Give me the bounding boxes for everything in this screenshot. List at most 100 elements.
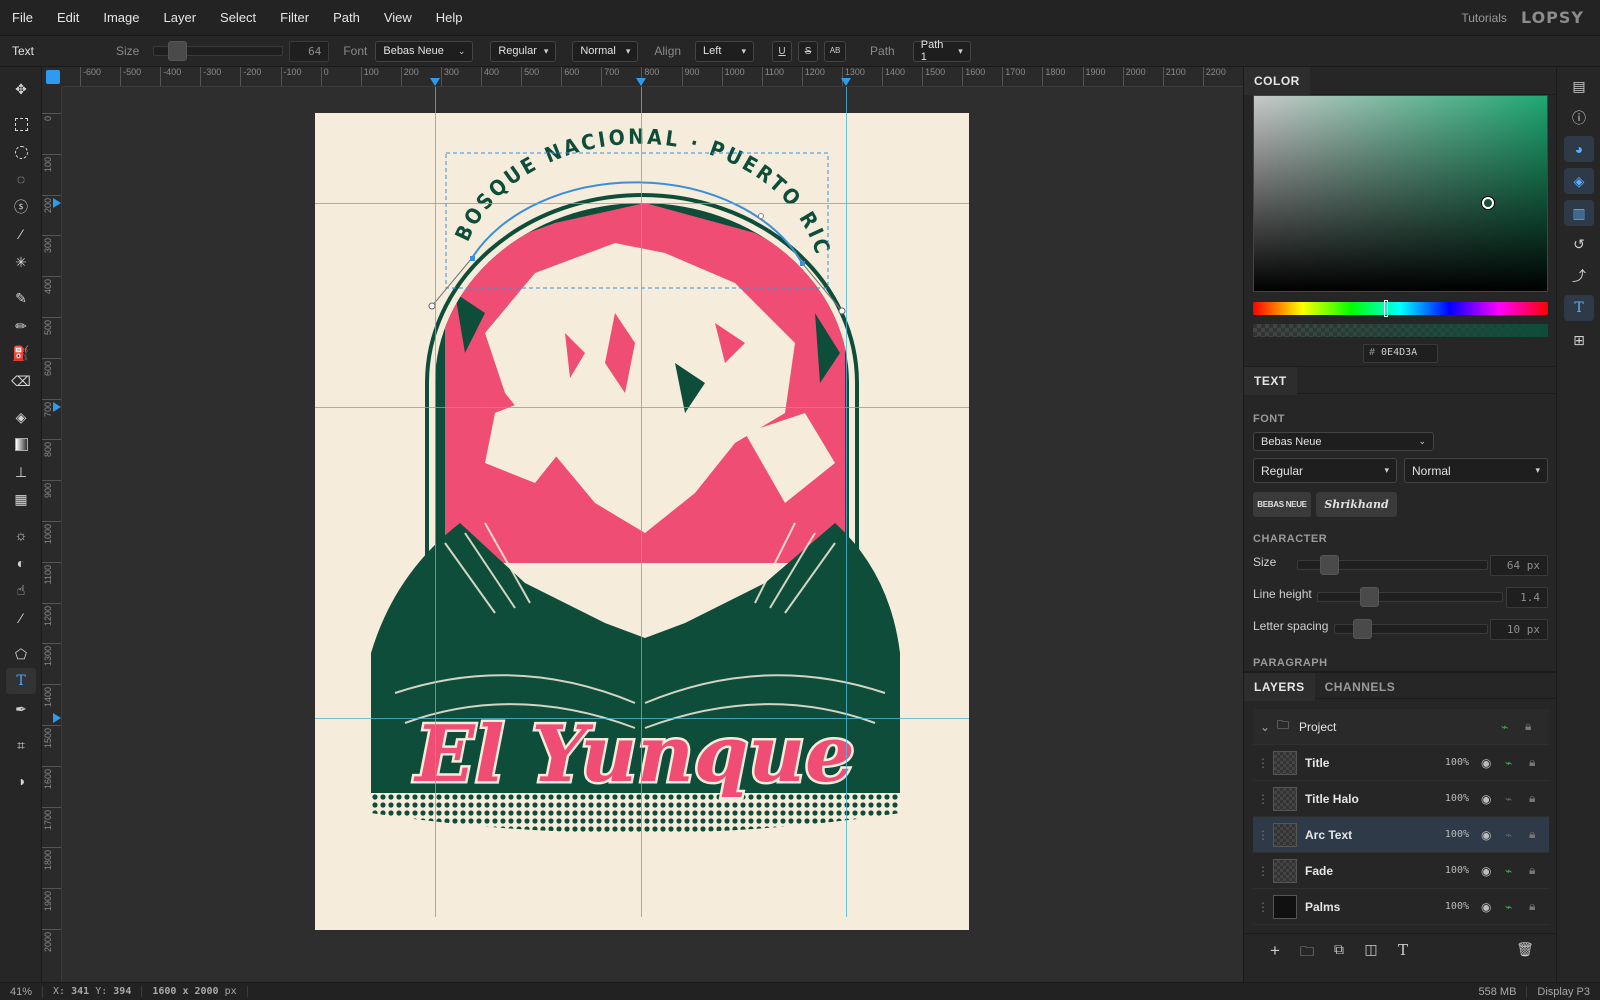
font-select[interactable]: Bebas Neue ⌄ [375,40,474,62]
guide-horizontal-1[interactable] [315,203,969,204]
layer-row[interactable]: ⋮ Title Halo 100% ◉ ⌁ 🔒︎ [1253,781,1549,817]
title-text[interactable]: El Yunque [411,707,857,803]
menu-layer[interactable]: Layer [152,10,209,25]
guide-vertical-3[interactable] [846,87,847,917]
strikethrough-button[interactable]: S [798,40,819,62]
shape-tool[interactable]: ⬠ [6,641,36,667]
layer-opacity[interactable]: 100% [1445,829,1469,840]
path-select[interactable]: Path 1 ▾ [912,39,971,63]
char-size-slider-thumb[interactable] [1320,555,1339,575]
drag-handle-icon[interactable]: ⋮ [1253,864,1273,878]
align-select[interactable]: Left ▾ [695,40,755,62]
stamp-tool[interactable]: ⊥ [6,459,36,485]
layer-group-row[interactable]: ⌄ 🗀 Project ⌁ 🔒︎ [1253,709,1549,745]
line-height-input[interactable]: 1.4 [1506,587,1548,608]
guide-horizontal-2[interactable] [315,407,969,408]
anchor-point-right[interactable] [800,261,805,266]
guide-marker-v[interactable] [53,713,61,723]
mask-mode-toggle[interactable]: ◑ [6,768,36,794]
brush-tool[interactable]: ✎ [6,285,36,311]
layer-row-selected[interactable]: ⋮ Arc Text 100% ◉ ⌁ 🔒︎ [1253,817,1549,853]
layer-row[interactable]: ⋮ Fade 100% ◉ ⌁ 🔒︎ [1253,853,1549,889]
drag-handle-icon[interactable]: ⋮ [1253,756,1273,770]
text-font-select[interactable]: Bebas Neue ⌄ [1253,432,1434,451]
delete-layer-button[interactable]: 🗑︎ [1514,941,1536,963]
line-height-slider[interactable] [1317,587,1503,607]
link-icon[interactable]: ⌁ [1501,720,1525,734]
rect-select-tool[interactable] [6,111,36,137]
guide-vertical-1[interactable] [435,87,436,917]
vertical-ruler[interactable]: 0 100 200 300 400 500 600 700 800 900 1000 1100 1200… [42,87,62,982]
add-text-layer-button[interactable]: T [1392,941,1414,963]
style-select[interactable]: Regular ▾ [490,40,557,62]
duplicate-layer-button[interactable]: ⧉ [1328,941,1350,963]
guide-marker-h[interactable] [636,78,646,86]
smudge-tool[interactable]: ☝ [6,577,36,603]
layer-opacity[interactable]: 100% [1445,757,1469,768]
size-input[interactable]: 64 [289,40,330,62]
add-layer-button[interactable]: + [1264,941,1286,963]
color-field-picker[interactable] [1482,197,1494,209]
drag-handle-icon[interactable]: ⋮ [1253,828,1273,842]
add-mask-button[interactable]: ◫ [1360,941,1382,963]
layer-row[interactable]: ⋮ Palms 100% ◉ ⌁ 🔒︎ [1253,889,1549,925]
fill-tool[interactable]: ◈ [6,404,36,430]
underline-button[interactable]: U [772,40,793,62]
link-icon[interactable]: ⌁ [1505,864,1529,878]
lock-icon[interactable]: 🔒︎ [1529,863,1549,878]
letter-spacing-input[interactable]: 10 px [1490,619,1548,640]
letter-spacing-slider[interactable] [1334,619,1488,639]
char-size-slider[interactable] [1297,555,1488,575]
eyedropper-tool[interactable]: ⁄ [6,605,36,631]
artboard[interactable]: El Yunque BOSQUE NACIONAL · PUERTO RICO [305,94,969,930]
hue-slider[interactable] [1253,302,1548,315]
letter-spacing-slider-thumb[interactable] [1353,619,1372,639]
dodge-tool[interactable]: ☼ [6,522,36,548]
size-slider[interactable] [153,41,284,61]
guide-marker-v[interactable] [53,198,61,208]
color-field[interactable] [1253,95,1548,292]
history-panel-button[interactable]: ↺ [1564,231,1594,257]
lock-icon[interactable]: 🔒︎ [1525,719,1549,734]
tab-layers[interactable]: LAYERS [1244,673,1315,701]
guide-vertical-2[interactable] [641,87,642,917]
guide-marker-h[interactable] [430,78,440,86]
crop-tool[interactable]: ⌗ [6,732,36,758]
font-preset-shrikhand[interactable]: Shrikhand [1316,492,1397,517]
link-icon[interactable]: ⌁ [1505,828,1529,842]
magnetic-lasso-tool[interactable]: ⓢ [6,194,36,220]
guide-marker-v[interactable] [53,402,61,412]
text-style-select[interactable]: Regular ▾ [1253,458,1397,483]
layer-opacity[interactable]: 100% [1445,793,1469,804]
info-panel-button[interactable]: ⓘ [1564,105,1594,131]
lock-icon[interactable]: 🔒︎ [1529,791,1549,806]
horizontal-ruler[interactable]: -600 -500 -400 -300 -200 -100 0 100 200 300 400 500… [62,67,1243,87]
lock-icon[interactable]: 🔒︎ [1529,827,1549,842]
guide-marker-h[interactable] [841,78,851,86]
new-group-button[interactable]: 🗀 [1296,941,1318,963]
channels-panel-button[interactable]: ▥ [1564,200,1594,226]
magic-wand-tool[interactable]: ⁄ [6,221,36,247]
tutorials-link[interactable]: Tutorials [1447,11,1521,25]
menu-file[interactable]: File [0,10,45,25]
eye-icon[interactable]: ◉ [1481,864,1505,878]
eye-icon[interactable]: ◉ [1481,828,1505,842]
chevron-down-icon[interactable]: ⌄ [1253,720,1277,734]
text-weight-select[interactable]: Normal ▾ [1404,458,1548,483]
font-preset-bebas[interactable]: BEBAS NEUE [1253,492,1311,517]
zoom-level[interactable]: 41% [0,985,44,998]
menu-select[interactable]: Select [208,10,268,25]
guide-horizontal-3[interactable] [315,718,969,719]
navigator-panel-button[interactable]: ▤ [1564,73,1594,99]
text-panel-button[interactable]: T [1564,295,1594,321]
lasso-tool[interactable]: ◌ [6,166,36,192]
menu-help[interactable]: Help [424,10,475,25]
menu-path[interactable]: Path [321,10,372,25]
quick-select-tool[interactable]: ✳ [6,249,36,275]
pattern-tool[interactable]: ▦ [6,486,36,512]
color-panel-button[interactable]: ◕ [1564,136,1594,162]
eye-icon[interactable]: ◉ [1481,900,1505,914]
layer-opacity[interactable]: 100% [1445,901,1469,912]
drag-handle-icon[interactable]: ⋮ [1253,900,1273,914]
canvas-viewport[interactable]: El Yunque BOSQUE NACIONAL · PUERTO RICO [62,87,1243,982]
